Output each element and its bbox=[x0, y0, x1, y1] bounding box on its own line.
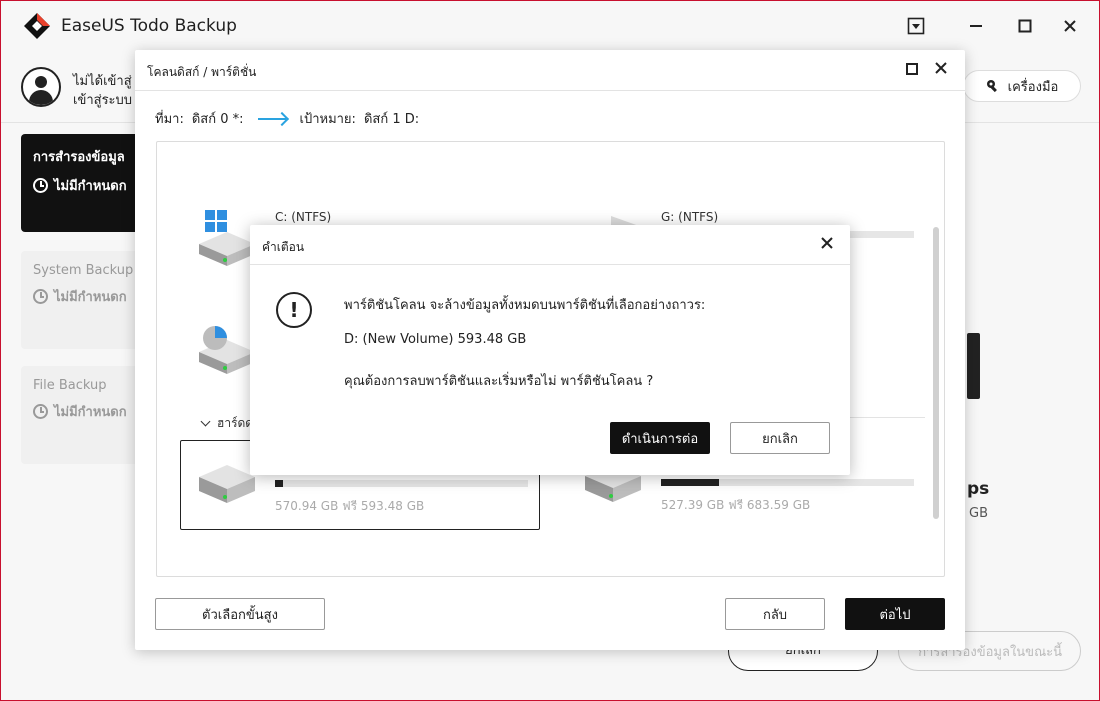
tools-button[interactable]: เครื่องมือ bbox=[963, 70, 1081, 102]
partition-label: G: (NTFS) bbox=[661, 210, 719, 224]
schedule-text: ไม่มีกำหนดก bbox=[54, 290, 127, 305]
dialog-divider bbox=[135, 90, 965, 91]
target-label: เป้าหมาย: bbox=[299, 112, 356, 127]
disk-usage-bar bbox=[661, 479, 914, 486]
bg-size-text: GB bbox=[969, 506, 988, 521]
continue-button[interactable]: ดำเนินการต่อ bbox=[610, 422, 710, 454]
warning-dialog: คำเตือน ! พาร์ติชันโคลน จะล้างข้อมูลทั้ง… bbox=[250, 225, 850, 475]
clone-route: ที่มา: ดิสก์ 0 *: เป้าหมาย: ดิสก์ 1 D: bbox=[155, 108, 419, 129]
easeus-logo-icon bbox=[24, 13, 50, 39]
close-icon bbox=[1064, 20, 1076, 32]
minimize-button[interactable] bbox=[965, 15, 987, 37]
clone-dialog-title: โคลนดิสก์ / พาร์ติชั่น bbox=[147, 65, 257, 79]
tools-icon bbox=[986, 80, 997, 93]
close-icon[interactable] bbox=[821, 233, 833, 254]
schedule-text: ไม่มีกำหนดก bbox=[54, 179, 127, 194]
scrollbar-thumb[interactable] bbox=[933, 227, 939, 519]
hard-disk-icon bbox=[199, 465, 255, 503]
dropdown-menu-icon bbox=[907, 17, 925, 35]
user-avatar-icon[interactable] bbox=[21, 67, 61, 107]
disk-size-text: 570.94 GB ฟรี 593.48 GB bbox=[275, 499, 425, 513]
source-label: ที่มา: bbox=[155, 112, 184, 127]
close-icon[interactable] bbox=[935, 58, 947, 79]
disk-usage-bar bbox=[275, 480, 528, 487]
tools-label: เครื่องมือ bbox=[1007, 79, 1059, 95]
app-title: EaseUS Todo Backup bbox=[61, 16, 237, 36]
clock-icon bbox=[33, 289, 48, 304]
maximize-icon[interactable] bbox=[906, 63, 918, 75]
close-window-button[interactable] bbox=[1059, 15, 1081, 37]
cancel-button[interactable]: ยกเลิก bbox=[730, 422, 830, 454]
disk-size-text: 527.39 GB ฟรี 683.59 GB bbox=[661, 498, 811, 512]
advanced-options-button[interactable]: ตัวเลือกขั้นสูง bbox=[155, 598, 325, 630]
section-label: ฮาร์ดด bbox=[217, 416, 254, 430]
target-disk-icon bbox=[967, 333, 980, 399]
clock-icon bbox=[33, 404, 48, 419]
dialog-divider bbox=[250, 264, 850, 265]
user-status-text: ไม่ได้เข้าสู่ bbox=[73, 74, 132, 89]
maximize-button[interactable] bbox=[1014, 15, 1036, 37]
schedule-text: ไม่มีกำหนดก bbox=[54, 405, 127, 420]
warning-icon: ! bbox=[276, 292, 312, 328]
maximize-icon bbox=[1018, 19, 1032, 33]
sign-in-link[interactable]: เข้าสู่ระบบ bbox=[73, 89, 132, 110]
hard-disk-section-toggle[interactable]: ฮาร์ดด bbox=[200, 414, 254, 433]
source-value: ดิสก์ 0 *: bbox=[191, 112, 244, 127]
warning-partition: D: (New Volume) 593.48 GB bbox=[344, 332, 527, 347]
usage-fill bbox=[661, 479, 720, 486]
warning-message: พาร์ติชันโคลน จะล้างข้อมูลทั้งหมดบนพาร์ต… bbox=[344, 298, 706, 313]
bg-speed-text: ps bbox=[967, 479, 990, 499]
chevron-down-icon bbox=[200, 416, 211, 427]
app-titlebar: EaseUS Todo Backup bbox=[1, 1, 1099, 51]
minimize-icon bbox=[970, 25, 982, 27]
clock-icon bbox=[33, 178, 48, 193]
next-button[interactable]: ต่อไป bbox=[845, 598, 945, 630]
usage-fill bbox=[275, 480, 283, 487]
menu-dropdown-button[interactable] bbox=[905, 15, 927, 37]
arrow-right-icon bbox=[257, 117, 286, 120]
back-button[interactable]: กลับ bbox=[725, 598, 825, 630]
target-value: ดิสก์ 1 D: bbox=[363, 112, 420, 127]
warning-question: คุณต้องการลบพาร์ติชันและเริ่มหรือไม่ พาร… bbox=[344, 374, 654, 389]
partition-label: C: (NTFS) bbox=[275, 210, 332, 224]
warning-title: คำเตือน bbox=[262, 240, 305, 254]
